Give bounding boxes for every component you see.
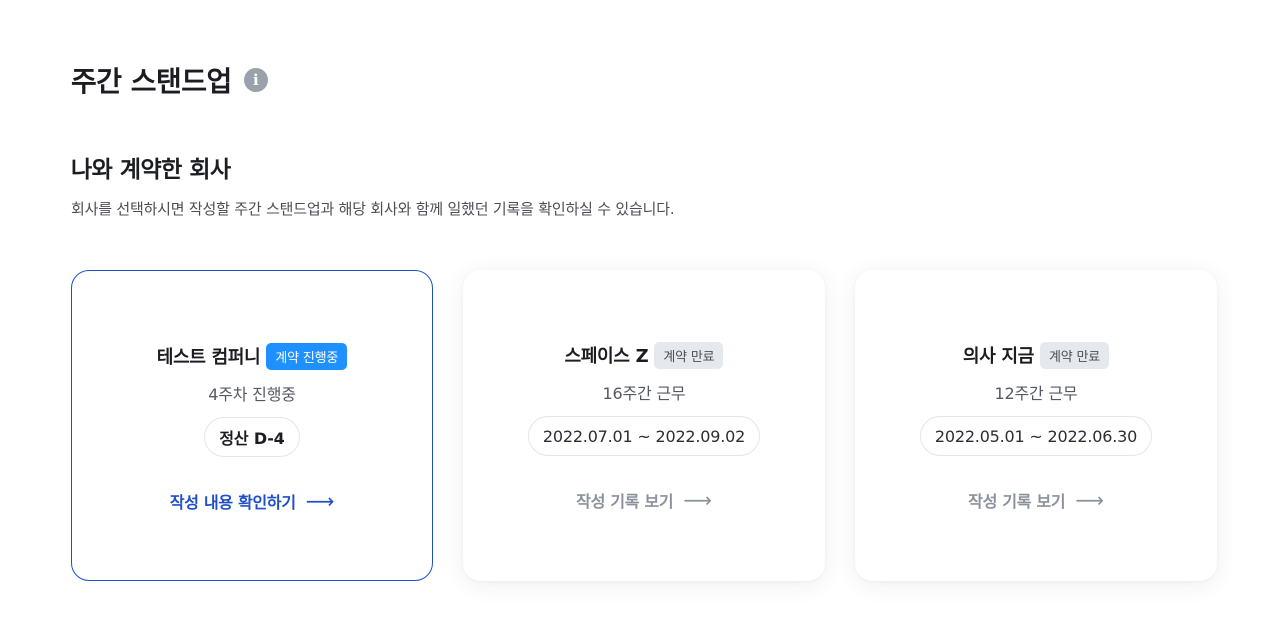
contract-status-badge: 계약 진행중 bbox=[266, 342, 348, 370]
company-card-space-z[interactable]: 스페이스 Z 계약 만료 16주간 근무 2022.07.01 ~ 2022.0… bbox=[463, 270, 825, 581]
card-header: 테스트 컴퍼니 계약 진행중 bbox=[156, 342, 348, 370]
info-icon[interactable]: i bbox=[243, 68, 268, 92]
work-duration-text: 16주간 근무 bbox=[602, 384, 686, 403]
company-card-list: 테스트 컴퍼니 계약 진행중 4주차 진행중 정산 D-4 작성 내용 확인하기… bbox=[71, 270, 1217, 581]
settlement-pill: 정산 D-4 bbox=[204, 417, 300, 457]
arrow-right-icon: ⟶ bbox=[683, 488, 712, 512]
work-duration-text: 12주간 근무 bbox=[994, 384, 1078, 403]
link-label: 작성 내용 확인하기 bbox=[169, 493, 296, 512]
card-header: 의사 지금 계약 만료 bbox=[963, 341, 1109, 369]
link-label: 작성 기록 보기 bbox=[576, 492, 674, 511]
card-header: 스페이스 Z 계약 만료 bbox=[565, 341, 724, 369]
company-name: 스페이스 Z bbox=[564, 346, 649, 367]
view-history-link[interactable]: 작성 기록 보기 ⟶ bbox=[576, 488, 712, 512]
section-title: 나와 계약한 회사 bbox=[71, 157, 231, 183]
arrow-right-icon: ⟶ bbox=[1075, 488, 1104, 512]
page-title: 주간 스탠드업 bbox=[71, 65, 232, 98]
contract-period-pill: 2022.07.01 ~ 2022.09.02 bbox=[527, 416, 761, 456]
contract-period-pill: 2022.05.01 ~ 2022.06.30 bbox=[919, 416, 1153, 456]
section-description: 회사를 선택하시면 작성할 주간 스탠드업과 해당 회사와 함께 일했던 기록을… bbox=[71, 200, 675, 218]
contract-status-badge: 계약 만료 bbox=[654, 341, 724, 369]
company-name: 테스트 컴퍼니 bbox=[156, 347, 261, 368]
contract-status-badge: 계약 만료 bbox=[1040, 341, 1109, 369]
view-history-link[interactable]: 작성 기록 보기 ⟶ bbox=[968, 488, 1104, 512]
work-status-text: 4주차 진행중 bbox=[208, 385, 296, 404]
company-card-doctor-now[interactable]: 의사 지금 계약 만료 12주간 근무 2022.05.01 ~ 2022.06… bbox=[855, 270, 1217, 581]
page-header: 주간 스탠드업 i bbox=[71, 60, 268, 100]
company-name: 의사 지금 bbox=[963, 346, 1035, 367]
link-label: 작성 기록 보기 bbox=[968, 492, 1066, 511]
view-written-content-link[interactable]: 작성 내용 확인하기 ⟶ bbox=[169, 489, 335, 513]
company-card-test-company[interactable]: 테스트 컴퍼니 계약 진행중 4주차 진행중 정산 D-4 작성 내용 확인하기… bbox=[71, 270, 433, 581]
arrow-right-icon: ⟶ bbox=[305, 489, 335, 513]
